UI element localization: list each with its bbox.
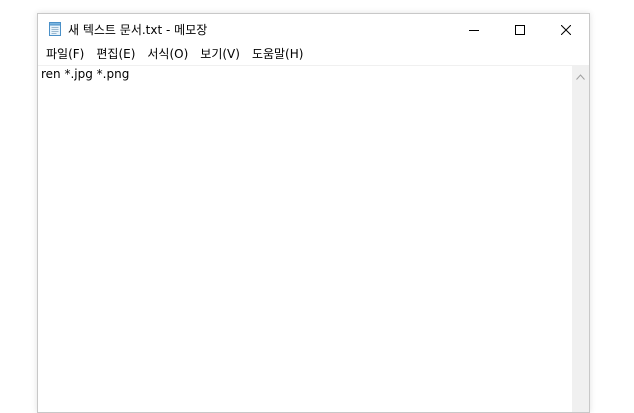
notepad-icon <box>48 21 62 36</box>
menu-file[interactable]: 파일(F) <box>40 44 90 64</box>
close-button[interactable] <box>543 14 589 44</box>
maximize-button[interactable] <box>497 14 543 44</box>
scroll-up-button[interactable] <box>572 68 589 80</box>
window-title: 새 텍스트 문서.txt - 메모장 <box>68 23 208 37</box>
minimize-button[interactable] <box>451 14 497 44</box>
menu-edit[interactable]: 편집(E) <box>90 44 141 64</box>
chevron-up-icon <box>576 65 585 84</box>
minimize-icon <box>469 20 479 39</box>
menu-view[interactable]: 보기(V) <box>194 44 246 64</box>
editor-content[interactable]: ren *.jpg *.png <box>41 67 129 81</box>
menu-bar: 파일(F) 편집(E) 서식(O) 보기(V) 도움말(H) <box>38 44 589 64</box>
title-bar[interactable]: 새 텍스트 문서.txt - 메모장 <box>38 14 589 44</box>
close-icon <box>560 20 572 39</box>
text-editor[interactable]: ren *.jpg *.png <box>38 65 572 412</box>
vertical-scrollbar[interactable] <box>572 65 589 412</box>
maximize-icon <box>515 20 525 39</box>
menu-help[interactable]: 도움말(H) <box>246 44 310 64</box>
notepad-window: 새 텍스트 문서.txt - 메모장 파일(F) 편집(E) 서식(O) 보기(… <box>37 13 590 413</box>
menu-format[interactable]: 서식(O) <box>141 44 194 64</box>
